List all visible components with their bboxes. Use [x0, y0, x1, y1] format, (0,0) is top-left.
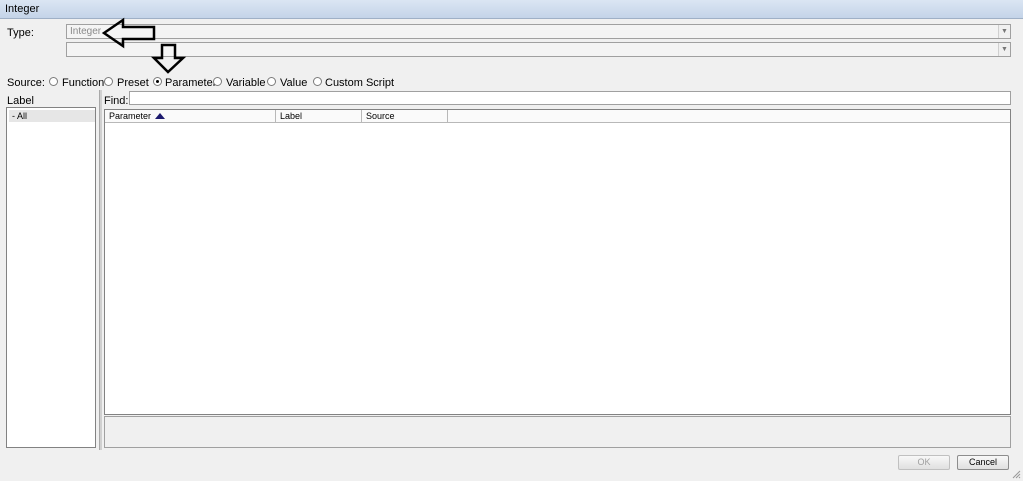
column-header-label[interactable]: Label [276, 110, 362, 123]
radio-preset-label[interactable]: Preset [117, 77, 149, 89]
radio-custom-script[interactable] [313, 77, 322, 86]
ok-button[interactable]: OK [898, 455, 950, 470]
column-header-parameter-label: Parameter [109, 111, 152, 121]
left-panel-label: Label [7, 95, 34, 107]
cancel-button[interactable]: Cancel [957, 455, 1009, 470]
down-arrow-outline-icon [150, 43, 187, 74]
column-header-label-text: Label [280, 111, 303, 121]
resize-grip-icon[interactable] [1011, 469, 1021, 479]
sort-ascending-icon [155, 113, 165, 119]
results-table[interactable]: Parameter Label Source [104, 109, 1011, 415]
radio-function-label[interactable]: Function [62, 77, 104, 89]
radio-custom-script-label[interactable]: Custom Script [325, 77, 394, 89]
type-label: Type: [7, 27, 34, 39]
radio-parameter[interactable] [153, 77, 162, 86]
source-label: Source: [7, 77, 45, 89]
find-input[interactable] [129, 91, 1011, 105]
find-label: Find: [104, 95, 129, 107]
column-header-source-text: Source [366, 111, 395, 121]
radio-value-label[interactable]: Value [280, 77, 307, 89]
type-subcombo[interactable]: ▼ [66, 42, 1011, 57]
chevron-down-icon[interactable]: ▼ [998, 43, 1010, 56]
radio-variable[interactable] [213, 77, 222, 86]
description-panel [104, 416, 1011, 448]
type-combo-value: Integer [70, 26, 102, 37]
splitter[interactable] [99, 90, 102, 450]
radio-function[interactable] [49, 77, 58, 86]
label-tree[interactable]: - All [6, 107, 96, 448]
radio-preset[interactable] [104, 77, 113, 86]
chevron-down-icon[interactable]: ▼ [998, 25, 1010, 38]
tree-item-all[interactable]: - All [9, 110, 95, 122]
radio-variable-label[interactable]: Variable [226, 77, 266, 89]
type-combo[interactable]: Integer ▼ [66, 24, 1011, 39]
radio-value[interactable] [267, 77, 276, 86]
column-header-parameter[interactable]: Parameter [105, 110, 276, 123]
radio-parameter-label[interactable]: Parameter [165, 77, 216, 89]
window-title: Integer [5, 3, 40, 15]
column-header-source[interactable]: Source [362, 110, 448, 123]
column-header-filler [448, 110, 1010, 123]
